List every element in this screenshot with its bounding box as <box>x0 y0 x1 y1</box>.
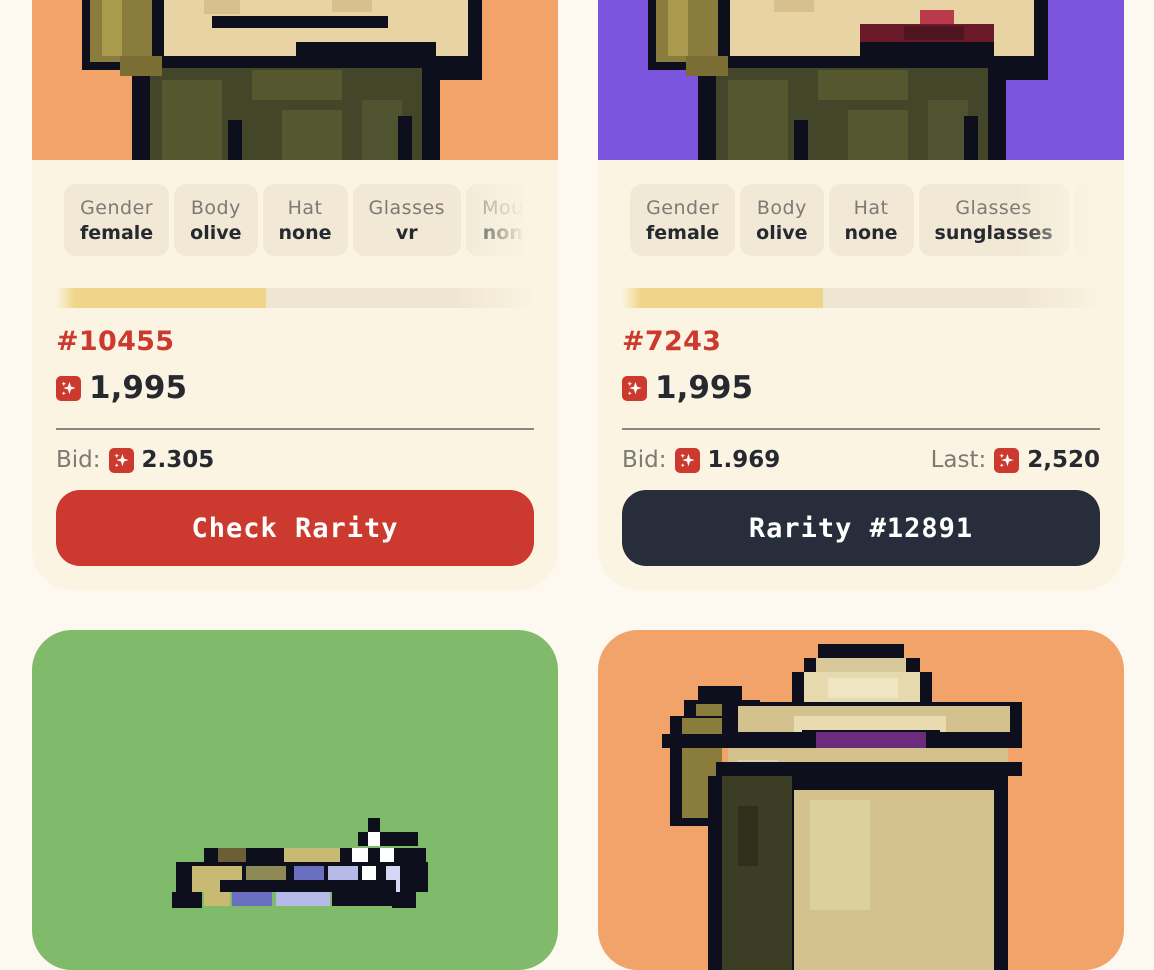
trait-value: sunglasses <box>934 222 1053 244</box>
trait-name: Glasses <box>368 197 446 219</box>
trait-list: Gender female Body olive Hat none Glasse… <box>64 184 526 256</box>
rarity-rank-button[interactable]: Rarity #12891 <box>622 490 1100 566</box>
rarity-bar-fill <box>622 288 823 308</box>
trait-value: female <box>80 222 154 244</box>
nft-card[interactable] <box>598 630 1124 970</box>
last-sale-label: Last: <box>930 447 987 473</box>
pixel-character-image <box>82 0 482 160</box>
trait-value: olive <box>190 222 242 244</box>
trait-chip[interactable]: Gender female <box>630 184 736 256</box>
last-sale-row: Last: 2,520 <box>931 442 1100 478</box>
trait-name: Mou <box>482 197 524 219</box>
trait-value: female <box>646 222 720 244</box>
trait-name: M <box>1090 196 1092 220</box>
trait-value: olive <box>756 222 808 244</box>
price-row: 1,995 <box>622 368 753 408</box>
trait-chip[interactable]: Body olive <box>174 184 258 256</box>
trait-name: Hat <box>853 197 889 219</box>
divider <box>622 428 1100 430</box>
sparkle-coin-icon <box>674 447 700 473</box>
trait-chip[interactable]: Body olive <box>740 184 824 256</box>
nft-card[interactable]: Gender female Body olive Hat none Glasse… <box>598 0 1124 590</box>
nft-artwork[interactable] <box>32 630 558 970</box>
bid-value: 2.305 <box>141 447 215 473</box>
bid-row: Bid: 2.305 <box>56 442 214 478</box>
trait-value: none <box>278 222 332 244</box>
sparkle-coin-icon <box>56 375 81 401</box>
trait-name: Gender <box>80 197 154 219</box>
rarity-bar <box>56 288 534 308</box>
trait-list: Gender female Body olive Hat none Glasse… <box>630 184 1092 256</box>
trait-value: none <box>844 222 898 244</box>
token-id[interactable]: #7243 <box>622 326 721 357</box>
divider <box>56 428 534 430</box>
pixel-character-image <box>662 644 1022 970</box>
nft-artwork[interactable] <box>598 630 1124 970</box>
pixel-character-image <box>172 818 428 908</box>
rarity-bar <box>622 288 1100 308</box>
nft-artwork[interactable] <box>32 0 558 160</box>
rarity-bar-fill <box>56 288 267 308</box>
trait-chip[interactable]: Hat none <box>262 184 348 256</box>
trait-name: Body <box>756 197 807 219</box>
trait-name: Gender <box>646 197 720 219</box>
trait-name: Glasses <box>955 197 1032 219</box>
trait-name: Hat <box>287 197 323 219</box>
trait-chip[interactable]: Glasses vr <box>352 184 462 256</box>
price-row: 1,995 <box>56 368 187 408</box>
price-value: 1,995 <box>655 370 754 406</box>
last-sale-value: 2,520 <box>1027 447 1100 473</box>
trait-name: Body <box>190 197 241 219</box>
nft-card[interactable] <box>32 630 558 970</box>
trait-value: li <box>1090 220 1093 246</box>
bid-label: Bid: <box>56 447 101 473</box>
pixel-character-image <box>648 0 1048 160</box>
bid-label: Bid: <box>622 447 667 473</box>
bid-value: 1.969 <box>707 447 781 473</box>
sparkle-coin-icon <box>622 375 647 401</box>
token-id[interactable]: #10455 <box>56 326 174 357</box>
sparkle-coin-icon <box>108 447 134 473</box>
trait-chip[interactable]: Mou non <box>466 184 526 256</box>
check-rarity-button[interactable]: Check Rarity <box>56 490 534 566</box>
sparkle-coin-icon <box>994 447 1020 473</box>
price-value: 1,995 <box>89 370 188 406</box>
nft-card[interactable]: Gender female Body olive Hat none Glasse… <box>32 0 558 590</box>
bid-row: Bid: 1.969 <box>622 442 780 478</box>
trait-value: vr <box>395 222 418 244</box>
nft-artwork[interactable] <box>598 0 1124 160</box>
trait-chip[interactable]: Gender female <box>64 184 170 256</box>
trait-chip[interactable]: M li <box>1073 184 1093 256</box>
trait-value: non <box>482 222 523 244</box>
trait-chip[interactable]: Glasses sunglasses <box>918 184 1069 256</box>
trait-chip[interactable]: Hat none <box>828 184 914 256</box>
